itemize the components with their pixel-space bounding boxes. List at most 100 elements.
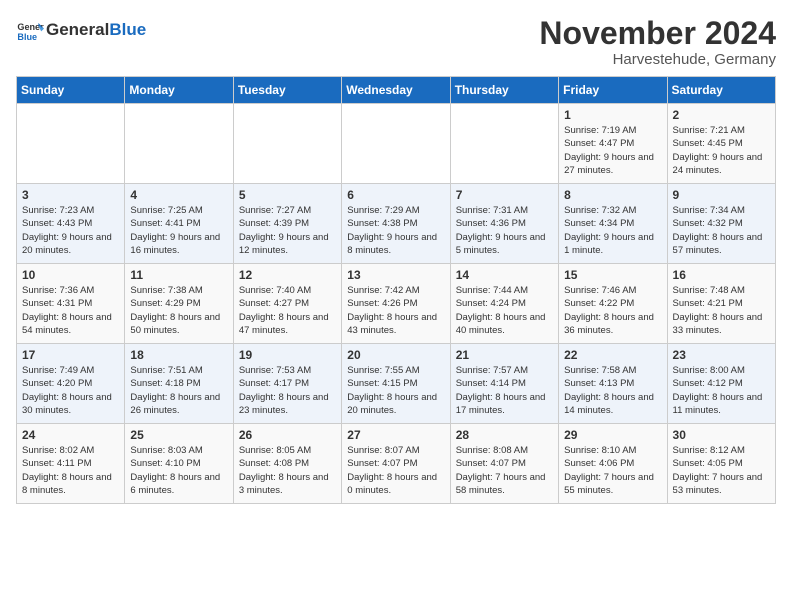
- day-number: 27: [347, 428, 444, 442]
- day-info: Sunrise: 8:02 AMSunset: 4:11 PMDaylight:…: [22, 444, 119, 497]
- day-number: 12: [239, 268, 336, 282]
- svg-text:Blue: Blue: [17, 32, 37, 42]
- day-info: Sunrise: 7:25 AMSunset: 4:41 PMDaylight:…: [130, 204, 227, 257]
- day-number: 30: [673, 428, 770, 442]
- day-info: Sunrise: 7:32 AMSunset: 4:34 PMDaylight:…: [564, 204, 661, 257]
- day-info: Sunrise: 7:48 AMSunset: 4:21 PMDaylight:…: [673, 284, 770, 337]
- calendar-cell: 2 Sunrise: 7:21 AMSunset: 4:45 PMDaylight…: [667, 104, 775, 184]
- logo-text: GeneralBlue: [46, 20, 146, 40]
- day-number: 3: [22, 188, 119, 202]
- calendar-cell: 16Sunrise: 7:48 AMSunset: 4:21 PMDayligh…: [667, 264, 775, 344]
- calendar-week-row: 3 Sunrise: 7:23 AMSunset: 4:43 PMDaylight…: [17, 184, 776, 264]
- calendar-cell: [125, 104, 233, 184]
- day-info: Sunrise: 8:10 AMSunset: 4:06 PMDaylight:…: [564, 444, 661, 497]
- day-number: 2: [673, 108, 770, 122]
- day-number: 24: [22, 428, 119, 442]
- day-number: 23: [673, 348, 770, 362]
- day-number: 8: [564, 188, 661, 202]
- day-number: 13: [347, 268, 444, 282]
- calendar-cell: 22 Sunrise: 7:58 AMSunset: 4:13 PMDayligh…: [559, 344, 667, 424]
- day-info: Sunrise: 7:27 AMSunset: 4:39 PMDaylight:…: [239, 204, 336, 257]
- day-number: 28: [456, 428, 553, 442]
- day-number: 1: [564, 108, 661, 122]
- day-info: Sunrise: 7:46 AMSunset: 4:22 PMDaylight:…: [564, 284, 661, 337]
- header-sunday: Sunday: [17, 77, 125, 104]
- day-number: 26: [239, 428, 336, 442]
- header-wednesday: Wednesday: [342, 77, 450, 104]
- calendar-cell: 24 Sunrise: 8:02 AMSunset: 4:11 PMDayligh…: [17, 424, 125, 504]
- day-info: Sunrise: 7:34 AMSunset: 4:32 PMDaylight:…: [673, 204, 770, 257]
- day-number: 14: [456, 268, 553, 282]
- day-number: 6: [347, 188, 444, 202]
- day-info: Sunrise: 7:21 AMSunset: 4:45 PMDaylight:…: [673, 124, 770, 177]
- day-number: 9: [673, 188, 770, 202]
- day-number: 15: [564, 268, 661, 282]
- header: General Blue GeneralBlue November 2024 H…: [16, 16, 776, 68]
- day-info: Sunrise: 7:58 AMSunset: 4:13 PMDaylight:…: [564, 364, 661, 417]
- day-number: 18: [130, 348, 227, 362]
- day-number: 25: [130, 428, 227, 442]
- day-number: 22: [564, 348, 661, 362]
- calendar-cell: 11Sunrise: 7:38 AMSunset: 4:29 PMDayligh…: [125, 264, 233, 344]
- calendar-week-row: 24 Sunrise: 8:02 AMSunset: 4:11 PMDayligh…: [17, 424, 776, 504]
- calendar-cell: 10 Sunrise: 7:36 AMSunset: 4:31 PMDayligh…: [17, 264, 125, 344]
- calendar-cell: 13 Sunrise: 7:42 AMSunset: 4:26 PMDayligh…: [342, 264, 450, 344]
- calendar-cell: 1 Sunrise: 7:19 AMSunset: 4:47 PMDaylight…: [559, 104, 667, 184]
- month-title: November 2024: [539, 16, 776, 51]
- day-info: Sunrise: 7:55 AMSunset: 4:15 PMDaylight:…: [347, 364, 444, 417]
- logo: General Blue GeneralBlue: [16, 16, 146, 44]
- calendar-cell: 9 Sunrise: 7:34 AMSunset: 4:32 PMDaylight…: [667, 184, 775, 264]
- day-info: Sunrise: 8:07 AMSunset: 4:07 PMDaylight:…: [347, 444, 444, 497]
- header-thursday: Thursday: [450, 77, 558, 104]
- day-info: Sunrise: 8:00 AMSunset: 4:12 PMDaylight:…: [673, 364, 770, 417]
- location-title: Harvestehude, Germany: [539, 51, 776, 68]
- calendar-cell: 26Sunrise: 8:05 AMSunset: 4:08 PMDayligh…: [233, 424, 341, 504]
- header-monday: Monday: [125, 77, 233, 104]
- header-friday: Friday: [559, 77, 667, 104]
- calendar-table: SundayMondayTuesdayWednesdayThursdayFrid…: [16, 76, 776, 504]
- day-info: Sunrise: 7:19 AMSunset: 4:47 PMDaylight:…: [564, 124, 661, 177]
- calendar-week-row: 17 Sunrise: 7:49 AMSunset: 4:20 PMDayligh…: [17, 344, 776, 424]
- calendar-header-row: SundayMondayTuesdayWednesdayThursdayFrid…: [17, 77, 776, 104]
- day-info: Sunrise: 7:29 AMSunset: 4:38 PMDaylight:…: [347, 204, 444, 257]
- day-number: 4: [130, 188, 227, 202]
- calendar-cell: 28 Sunrise: 8:08 AMSunset: 4:07 PMDayligh…: [450, 424, 558, 504]
- calendar-cell: 12 Sunrise: 7:40 AMSunset: 4:27 PMDayligh…: [233, 264, 341, 344]
- calendar-cell: 21Sunrise: 7:57 AMSunset: 4:14 PMDayligh…: [450, 344, 558, 424]
- calendar-cell: 30 Sunrise: 8:12 AMSunset: 4:05 PMDayligh…: [667, 424, 775, 504]
- day-number: 7: [456, 188, 553, 202]
- calendar-cell: 20Sunrise: 7:55 AMSunset: 4:15 PMDayligh…: [342, 344, 450, 424]
- day-info: Sunrise: 7:36 AMSunset: 4:31 PMDaylight:…: [22, 284, 119, 337]
- calendar-cell: [17, 104, 125, 184]
- day-info: Sunrise: 7:42 AMSunset: 4:26 PMDaylight:…: [347, 284, 444, 337]
- header-tuesday: Tuesday: [233, 77, 341, 104]
- day-info: Sunrise: 7:44 AMSunset: 4:24 PMDaylight:…: [456, 284, 553, 337]
- day-info: Sunrise: 7:38 AMSunset: 4:29 PMDaylight:…: [130, 284, 227, 337]
- day-info: Sunrise: 8:03 AMSunset: 4:10 PMDaylight:…: [130, 444, 227, 497]
- calendar-cell: 3 Sunrise: 7:23 AMSunset: 4:43 PMDaylight…: [17, 184, 125, 264]
- calendar-week-row: 10 Sunrise: 7:36 AMSunset: 4:31 PMDayligh…: [17, 264, 776, 344]
- calendar-cell: 27 Sunrise: 8:07 AMSunset: 4:07 PMDayligh…: [342, 424, 450, 504]
- day-info: Sunrise: 7:23 AMSunset: 4:43 PMDaylight:…: [22, 204, 119, 257]
- calendar-cell: [342, 104, 450, 184]
- calendar-cell: 4 Sunrise: 7:25 AMSunset: 4:41 PMDaylight…: [125, 184, 233, 264]
- calendar-cell: [450, 104, 558, 184]
- header-saturday: Saturday: [667, 77, 775, 104]
- day-number: 17: [22, 348, 119, 362]
- day-number: 5: [239, 188, 336, 202]
- logo-icon: General Blue: [16, 16, 44, 44]
- day-info: Sunrise: 8:12 AMSunset: 4:05 PMDaylight:…: [673, 444, 770, 497]
- title-area: November 2024 Harvestehude, Germany: [539, 16, 776, 68]
- day-info: Sunrise: 7:40 AMSunset: 4:27 PMDaylight:…: [239, 284, 336, 337]
- day-number: 19: [239, 348, 336, 362]
- calendar-cell: 8 Sunrise: 7:32 AMSunset: 4:34 PMDaylight…: [559, 184, 667, 264]
- day-info: Sunrise: 7:49 AMSunset: 4:20 PMDaylight:…: [22, 364, 119, 417]
- day-info: Sunrise: 7:51 AMSunset: 4:18 PMDaylight:…: [130, 364, 227, 417]
- day-number: 10: [22, 268, 119, 282]
- calendar-cell: 17 Sunrise: 7:49 AMSunset: 4:20 PMDayligh…: [17, 344, 125, 424]
- calendar-cell: 6 Sunrise: 7:29 AMSunset: 4:38 PMDaylight…: [342, 184, 450, 264]
- calendar-cell: 23 Sunrise: 8:00 AMSunset: 4:12 PMDayligh…: [667, 344, 775, 424]
- calendar-cell: 5 Sunrise: 7:27 AMSunset: 4:39 PMDaylight…: [233, 184, 341, 264]
- calendar-cell: [233, 104, 341, 184]
- day-info: Sunrise: 8:08 AMSunset: 4:07 PMDaylight:…: [456, 444, 553, 497]
